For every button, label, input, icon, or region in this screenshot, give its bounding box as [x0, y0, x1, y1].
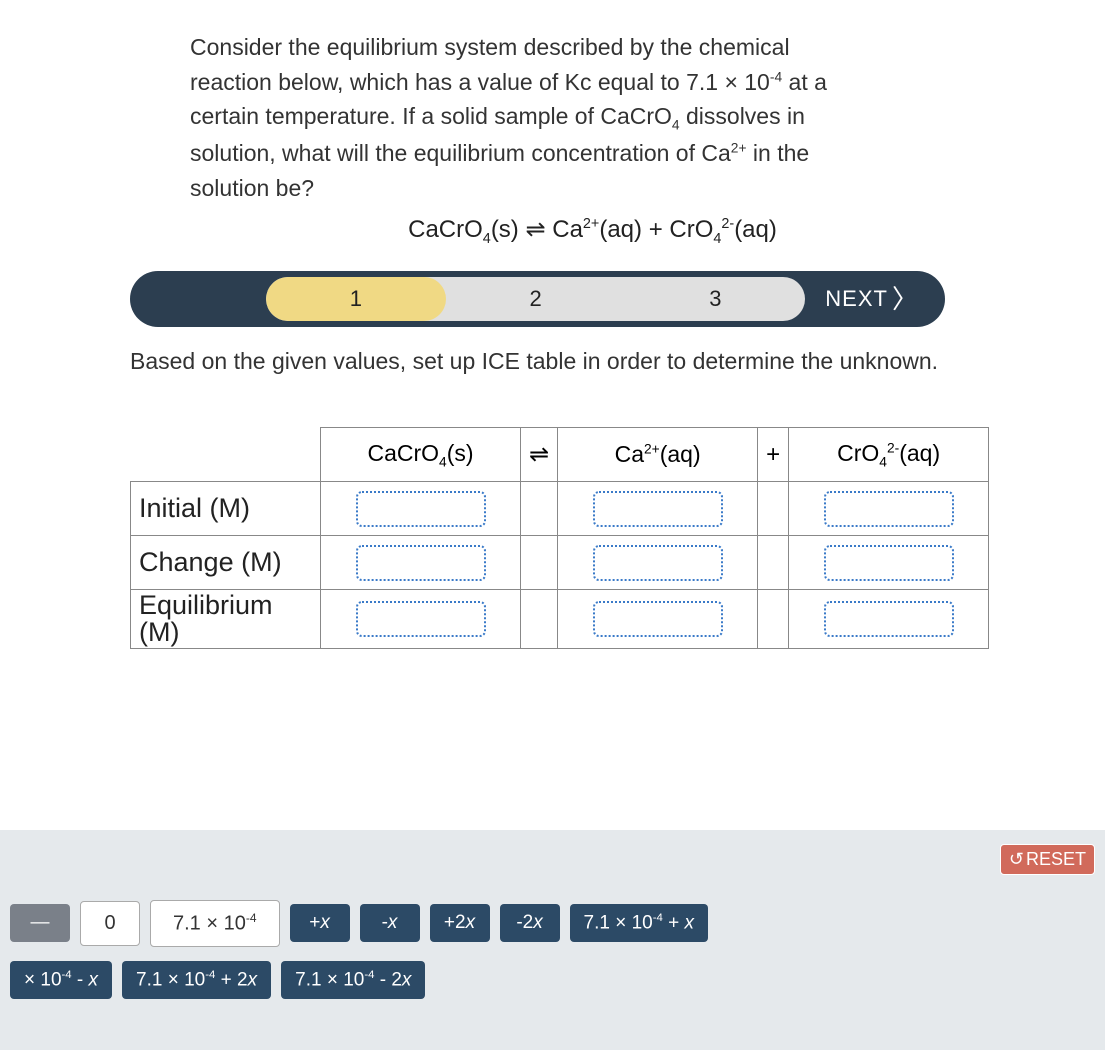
- row-change-label: Change (M): [131, 536, 321, 590]
- ice-plus: +: [758, 428, 789, 482]
- tile-plus-x[interactable]: +x: [290, 904, 350, 942]
- reset-label: RESET: [1026, 849, 1086, 870]
- drop-change-1[interactable]: [356, 545, 486, 581]
- next-label: NEXT: [825, 286, 888, 312]
- ice-table: CaCrO4(s) ⇌ Ca2+(aq) + CrO42-(aq) Initia…: [130, 427, 989, 649]
- drop-initial-2[interactable]: [593, 491, 723, 527]
- undo-icon: ↺: [1009, 849, 1024, 870]
- step-1[interactable]: 1: [266, 277, 446, 321]
- drop-eq-1[interactable]: [356, 601, 486, 637]
- next-button[interactable]: NEXT 〉: [815, 286, 939, 312]
- step-bar: 1 2 3 NEXT 〉: [130, 271, 945, 327]
- chevron-right-icon: 〉: [892, 286, 919, 312]
- answer-tile-panel: ↺RESET — 0 7.1 × 10-4 +x -x +2x -2x 7.1 …: [0, 830, 1105, 1050]
- step-3[interactable]: 3: [626, 277, 806, 321]
- tile-k-plus-2x[interactable]: 7.1 × 10-4 + 2x: [122, 961, 271, 999]
- drop-eq-3[interactable]: [824, 601, 954, 637]
- tile-zero[interactable]: 0: [80, 901, 140, 946]
- tile-dash: —: [10, 904, 70, 942]
- chemical-equation: CaCrO4(s) ⇌ Ca2+(aq) + CrO42-(aq): [180, 215, 1005, 247]
- tile-k-minus-2x[interactable]: 7.1 × 10-4 - 2x: [281, 961, 425, 999]
- tile-k-minus-x[interactable]: × 10-4 - x: [10, 961, 112, 999]
- tile-k-plus-x[interactable]: 7.1 × 10-4 + x: [570, 904, 709, 942]
- ice-col-cro4: CrO42-(aq): [789, 428, 989, 482]
- row-equilibrium-label: Equilibrium (M): [131, 590, 321, 649]
- step-instruction: Based on the given values, set up ICE ta…: [130, 345, 1005, 377]
- reset-button[interactable]: ↺RESET: [1000, 844, 1095, 875]
- tile-minus-2x[interactable]: -2x: [500, 904, 560, 942]
- question-text: Consider the equilibrium system describe…: [190, 30, 830, 205]
- tile-k[interactable]: 7.1 × 10-4: [150, 900, 280, 947]
- tile-plus-2x[interactable]: +2x: [430, 904, 490, 942]
- drop-change-3[interactable]: [824, 545, 954, 581]
- tile-minus-x[interactable]: -x: [360, 904, 420, 942]
- ice-col-reactant: CaCrO4(s): [321, 428, 521, 482]
- ice-arrow: ⇌: [521, 428, 558, 482]
- drop-eq-2[interactable]: [593, 601, 723, 637]
- drop-initial-3[interactable]: [824, 491, 954, 527]
- drop-initial-1[interactable]: [356, 491, 486, 527]
- row-initial-label: Initial (M): [131, 482, 321, 536]
- step-2[interactable]: 2: [446, 277, 626, 321]
- ice-col-ca: Ca2+(aq): [558, 428, 758, 482]
- drop-change-2[interactable]: [593, 545, 723, 581]
